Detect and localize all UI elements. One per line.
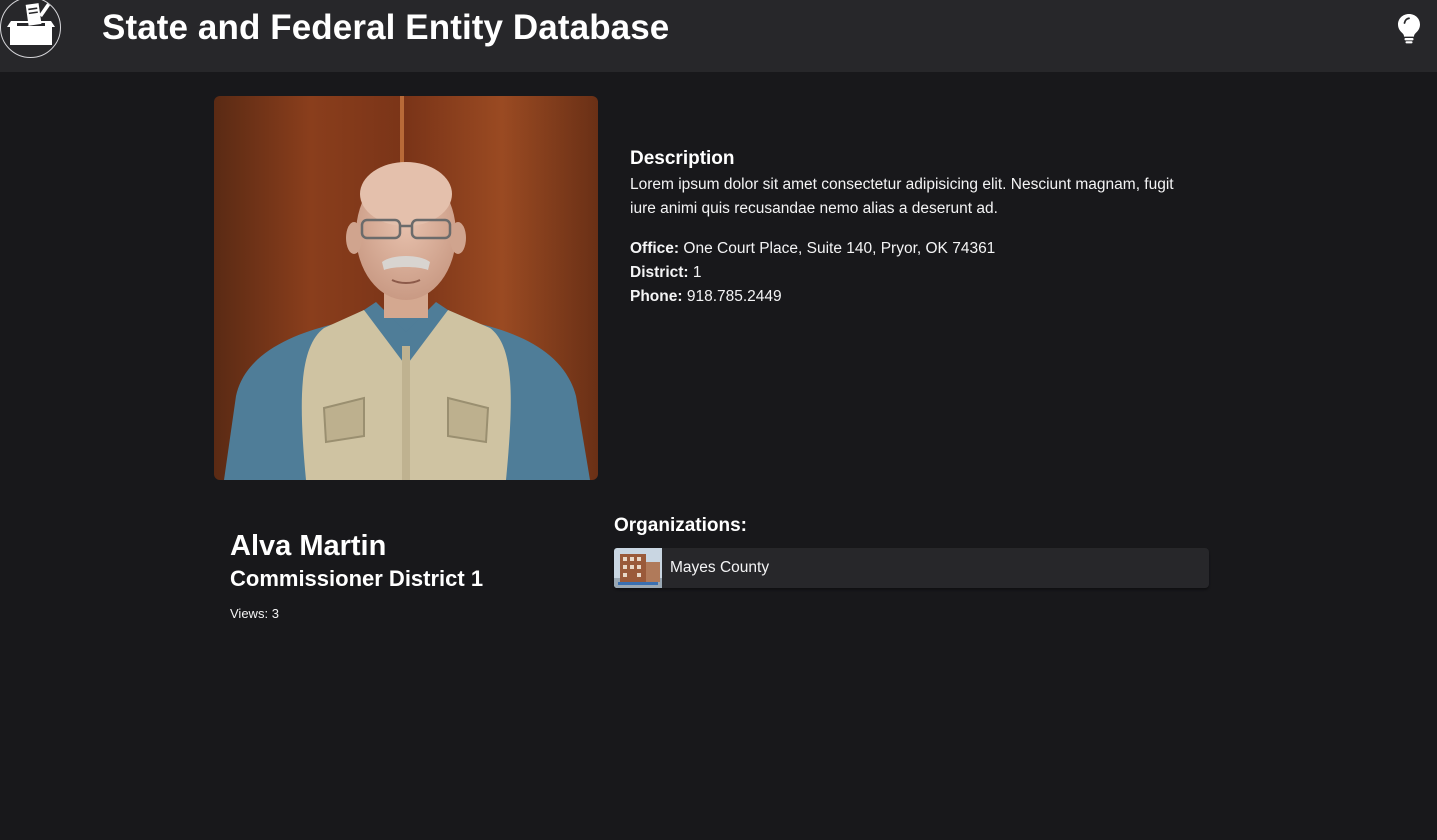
views-label: Views: — [230, 606, 269, 621]
organization-item[interactable]: Mayes County — [614, 548, 1209, 588]
office-value: One Court Place, Suite 140, Pryor, OK 74… — [683, 240, 996, 257]
district-label: District: — [630, 264, 689, 281]
profile-fields: Office: One Court Place, Suite 140, Pryo… — [630, 237, 1190, 309]
organization-name: Mayes County — [670, 559, 770, 576]
top-bar: State and Federal Entity Database — [0, 0, 1437, 72]
app-title: State and Federal Entity Database — [102, 8, 670, 47]
organizations-section: Organizations: Mayes County — [614, 514, 1209, 588]
phone-label: Phone: — [630, 288, 683, 305]
lightbulb-icon[interactable] — [1394, 12, 1424, 44]
views-value: 3 — [271, 606, 279, 621]
profile-photo — [214, 96, 598, 480]
profile-details: Description Lorem ipsum dolor sit amet c… — [630, 147, 1190, 309]
organizations-heading: Organizations: — [614, 515, 748, 536]
profile-identity: Alva Martin Commissioner District 1 View… — [230, 527, 590, 623]
phone-value: 918.785.2449 — [686, 288, 782, 305]
view-count: Views: 3 — [230, 605, 590, 623]
description-heading: Description — [630, 148, 735, 169]
district-row: District: 1 — [630, 261, 1190, 285]
district-value: 1 — [692, 264, 702, 281]
phone-row: Phone: 918.785.2449 — [630, 285, 1190, 309]
ballot-box-icon[interactable] — [0, 0, 61, 58]
organization-thumbnail — [614, 548, 662, 588]
person-name: Alva Martin — [230, 530, 387, 562]
description-text: Lorem ipsum dolor sit amet consectetur a… — [630, 176, 1174, 217]
office-label: Office: — [630, 240, 680, 257]
office-row: Office: One Court Place, Suite 140, Pryo… — [630, 237, 1190, 261]
person-role: Commissioner District 1 — [230, 566, 484, 591]
